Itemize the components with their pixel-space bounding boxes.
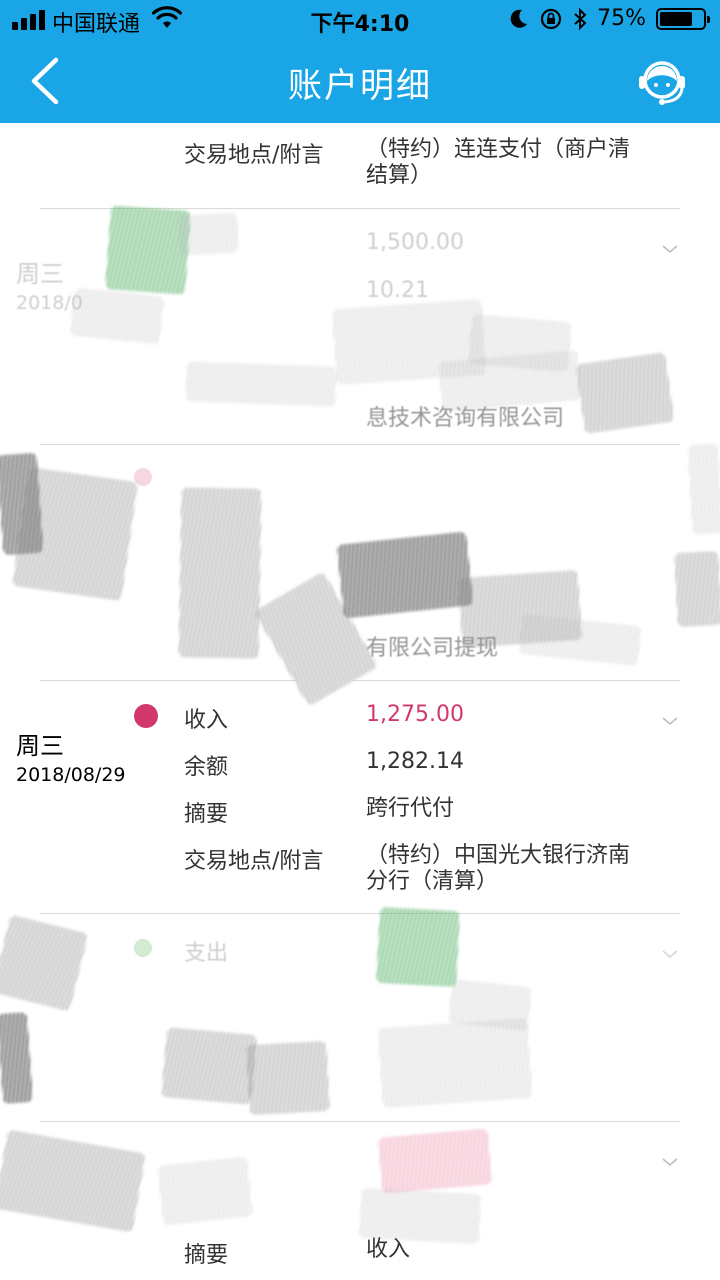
customer-service-icon[interactable] xyxy=(634,54,690,110)
amount-value: 1,275.00 xyxy=(366,702,464,727)
day-label: 周三 xyxy=(16,260,64,288)
list-item[interactable]: 摘要 收入 xyxy=(0,1121,720,1280)
income-dot xyxy=(134,704,158,728)
location-note-value: （特约）中国光大银行济南分行（清算） xyxy=(366,843,631,894)
moon-icon xyxy=(510,9,528,28)
redaction-mark xyxy=(518,613,642,667)
redaction-mark xyxy=(358,1187,482,1245)
chevron-down-icon[interactable] xyxy=(660,711,680,731)
summary-label: 摘要 xyxy=(184,802,229,827)
location-note-label: 交易地点/附言 xyxy=(184,849,324,874)
rotation-lock-icon xyxy=(540,8,562,29)
redaction-mark xyxy=(0,1012,34,1104)
balance-value: 10.21 xyxy=(366,278,429,303)
type-label: 收入 xyxy=(184,708,229,733)
redaction-mark xyxy=(376,906,460,988)
balance-value: 1,282.14 xyxy=(366,749,464,774)
page-title: 账户明细 xyxy=(288,66,432,106)
redaction-mark xyxy=(12,466,138,602)
status-bar: 中国联通 下午4:10 75% xyxy=(0,0,720,40)
summary-value: 收入 xyxy=(366,1237,411,1262)
list-item[interactable]: 有限公司提现 xyxy=(0,443,720,707)
location-note-label: 交易地点/附言 xyxy=(184,143,324,168)
list-item[interactable]: 支出 xyxy=(0,906,720,1121)
redaction-mark xyxy=(161,1027,257,1105)
summary-label: 摘要 xyxy=(184,1243,229,1268)
battery-level xyxy=(660,11,692,26)
redaction-mark xyxy=(157,1156,253,1226)
redaction-mark xyxy=(336,531,474,619)
type-label: 支出 xyxy=(184,941,229,966)
redaction-mark xyxy=(185,361,337,407)
chevron-down-icon[interactable] xyxy=(660,239,680,259)
redaction-mark xyxy=(69,287,165,345)
expense-dot xyxy=(134,939,152,957)
account-detail-screen: 中国联通 下午4:10 75% 账户明细 交易地点/附言 （特约）连连支付（商户… xyxy=(0,0,720,1280)
redaction-mark xyxy=(178,487,262,659)
redaction-mark xyxy=(687,443,720,535)
redaction-mark xyxy=(176,212,240,256)
transaction-list: 交易地点/附言 （特约）连连支付（商户清结算） 周三 2018/0 1,500.… xyxy=(0,123,720,1280)
battery-icon xyxy=(656,7,710,30)
list-item[interactable]: 周三 2018/08/29 收入 1,275.00 余额 1,282.14 摘要… xyxy=(0,680,720,916)
location-note-value: （特约）连连支付（商户清结算） xyxy=(366,137,631,188)
bluetooth-icon xyxy=(574,7,587,30)
redaction-mark xyxy=(377,1017,533,1109)
top-bar: 中国联通 下午4:10 75% 账户明细 xyxy=(0,0,720,123)
date-label: 2018/08/29 xyxy=(16,764,126,786)
chevron-down-icon[interactable] xyxy=(660,1152,680,1172)
balance-label: 余额 xyxy=(184,755,229,780)
redaction-mark xyxy=(246,1040,330,1116)
battery-percent: 75% xyxy=(597,6,646,31)
redaction-mark xyxy=(575,352,675,434)
redaction-mark xyxy=(674,550,720,628)
redaction-mark xyxy=(0,1129,146,1233)
chevron-down-icon[interactable] xyxy=(660,944,680,964)
status-right-group: 75% xyxy=(509,6,710,31)
redaction-mark xyxy=(0,914,89,1012)
day-label: 周三 xyxy=(16,732,64,760)
summary-value: 跨行代付 xyxy=(366,796,455,821)
redaction-mark xyxy=(447,978,533,1032)
navigation-bar: 账户明细 xyxy=(0,40,720,123)
list-item[interactable]: 周三 2018/0 1,500.00 10.21 息技术咨询有限公司 xyxy=(0,205,720,444)
amount-value: 1,500.00 xyxy=(366,230,464,255)
redaction-mark xyxy=(377,1128,493,1194)
status-dot xyxy=(134,468,152,486)
